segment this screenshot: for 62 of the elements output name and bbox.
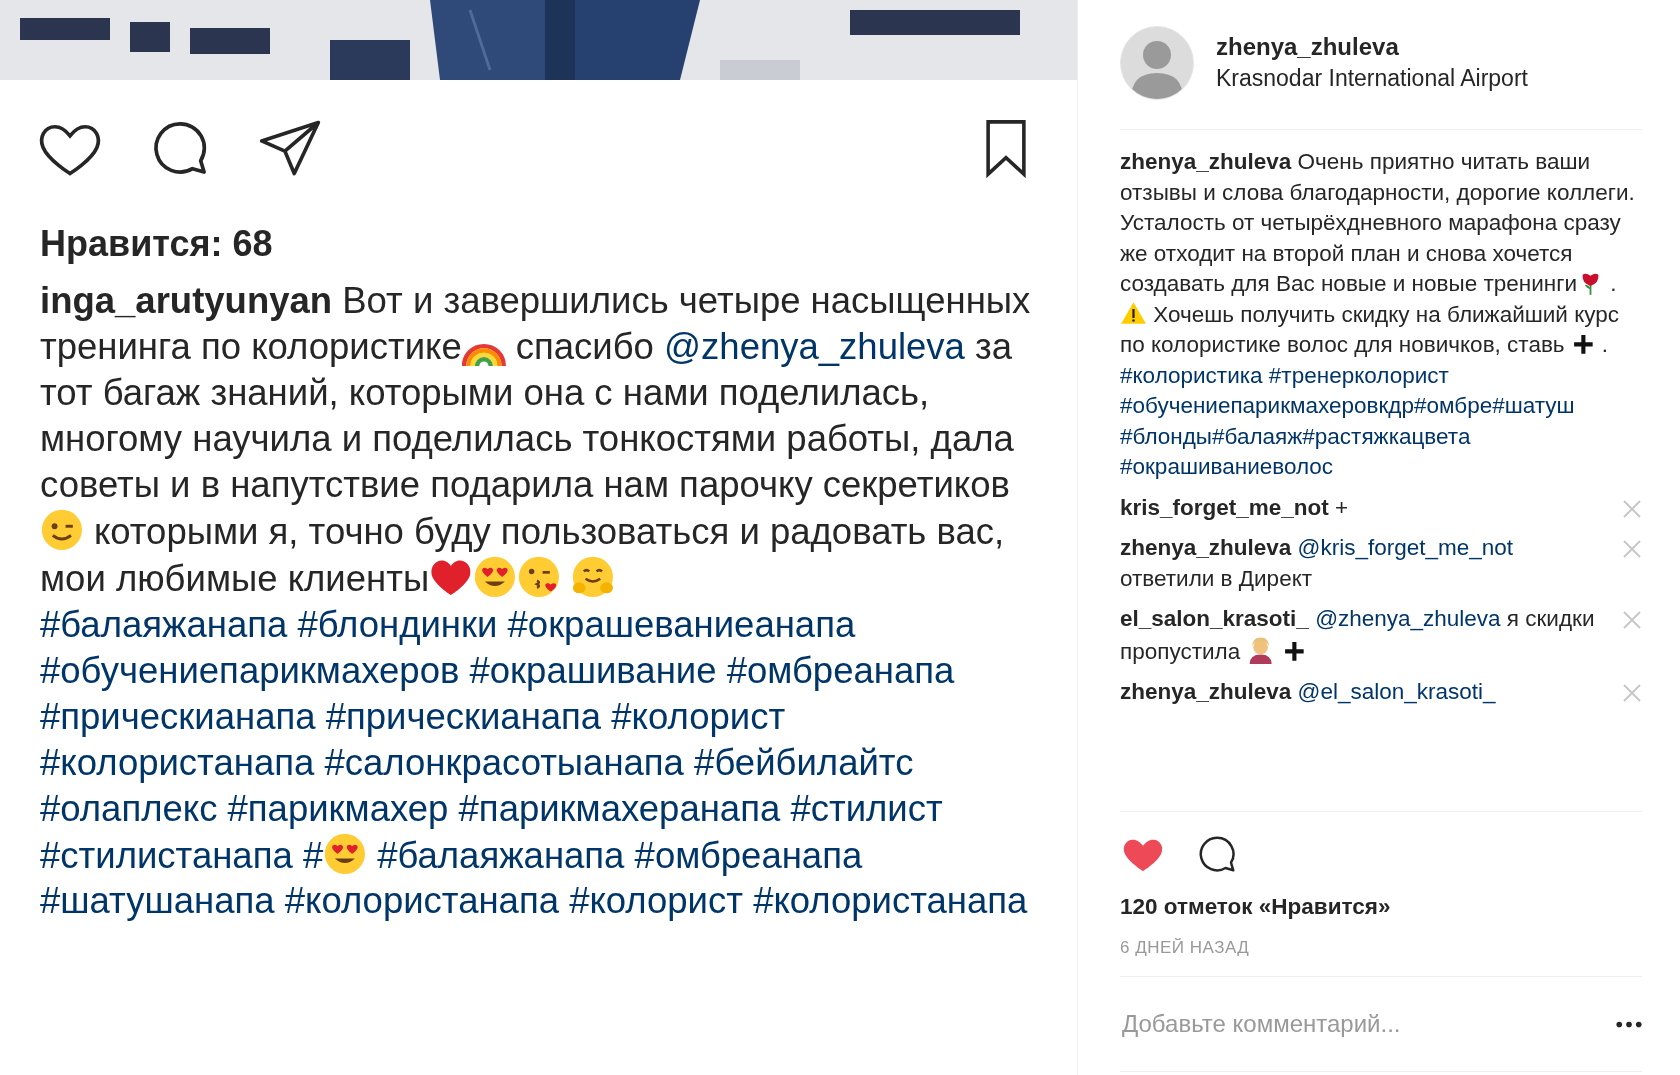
username-link[interactable]: kris_forget_me_not [1120,494,1329,520]
hashtag-link[interactable]: #омбреанапа [634,834,863,876]
username-link[interactable]: el_salon_krasoti_ [1120,606,1309,632]
mention-link[interactable]: @zhenya_zhuleva [664,326,965,367]
hashtag-link[interactable]: #колористанапа [284,880,559,922]
winking-face-icon [40,508,84,552]
mention-link[interactable]: @zhenya_zhuleva [1315,606,1501,632]
hashtag-link[interactable]: #балаяж [1212,423,1303,449]
mention-link[interactable]: @kris_forget_me_not [1297,535,1514,561]
hashtag-link[interactable]: #окрашеваниеанапа [507,603,856,645]
mention-link[interactable]: @el_salon_krasoti_ [1297,679,1496,705]
hashtag-link[interactable]: #колорист [611,695,786,737]
comment-text: zhenya_zhuleva @kris_forget_me_not ответили в Директ [1120,534,1515,593]
kissing-face-icon [516,554,561,599]
likes-count: Нравится: 68 [40,222,274,266]
hashtag-link[interactable]: #шатушанапа [40,880,275,922]
hashtag-link[interactable]: #прическианапа [325,695,602,737]
location-link[interactable]: Krasnodar International Airport [1216,65,1528,92]
hashtag-link[interactable]: #омбреанапа [726,649,955,691]
username-link[interactable]: zhenya_zhuleva [1120,535,1292,561]
hashtag-link[interactable]: #тренерколорист [1268,362,1449,388]
hashtag-link[interactable]: #олаплекс [40,787,218,829]
hashtag-link[interactable]: #обучениепарикмахеровкдр [1120,393,1414,419]
caption-text: zhenya_zhuleva Очень приятно читать ваши отзывы и слова благодарности, дорогие коллеги. Усталость от четырёхдневного марафона сразу же отходит на второй план и снова хочется создавать для Вас новые и новые тренинги . Хочешь получить скидку на ближайший курс по колористике волос для новичков, ставь . #колористика #тренерколорист #обучениепарикмахеровкдр#омбре#шатуш #блонды#балаяж#растяжкацвета #окрашиваниеволос [1120,148,1636,482]
hashtag-link[interactable]: #стилист [790,787,943,829]
hashtag-link[interactable]: #омбре [1414,393,1493,419]
comment-text: kris_forget_me_not + [1120,493,1350,522]
hugging-face-icon [570,554,615,599]
rainbow-icon [461,342,506,367]
hashtag-link[interactable]: # [302,834,324,876]
warning-icon [1120,299,1147,327]
hashtag-link[interactable]: #колорист [569,880,743,922]
hashtag-link[interactable]: #окрашивание [469,649,717,691]
hashtag-link[interactable]: #окрашиваниеволос [1120,454,1334,480]
hashtag-link[interactable]: #колористика [1120,362,1263,388]
username-link[interactable]: inga_arutyunyan [40,280,333,321]
hashtag-link[interactable]: #колористанапа [753,880,1028,922]
hashtag-link[interactable]: #парикмахер [227,787,449,829]
hashtag-link[interactable]: #обучениепарикмахеров [40,649,460,691]
likes-count[interactable]: 120 отметок «Нравится» [1120,894,1642,920]
hashtag-link[interactable]: #салонкрасотыанапа [324,741,684,783]
username-link[interactable]: zhenya_zhuleva [1120,679,1292,705]
hashtag-link[interactable]: #прическианапа [40,695,316,737]
username-link[interactable]: zhenya_zhuleva [1216,33,1528,61]
comment-text: el_salon_krasoti_ @zhenya_zhuleva я скидки пропустила [1120,605,1596,666]
caption-text: inga_arutyunyan Вот и завершились четыре насыщенных тренинга по колористике спасибо @zhenya_zhuleva за тот багаж знаний, которыми она с нами поделилась, многому научила и поделилась тонкостями работы, дала советы и в напутствие подарила нам парочку секретиков которыми я, точно буду пользоваться и радовать вас, мои любимые клиенты #балаяжанапа #блондинки #окрашеваниеанапа #обучениепарикмахеров #окрашивание #омбреанапа #прическианапа #прическианапа #колорист #колористанапа #салонкрасотыанапа #бейбилайтс #олаплекс #парикмахер #парикмахеранапа #стилист #стилистанапа # #балаяжанапа #омбреанапа #шатушанапа #колористанапа #колорист #колористанапа [40,279,1032,924]
more-icon[interactable] [1616,1020,1642,1028]
hashtag-link[interactable]: #колористанапа [40,741,315,783]
hashtag-link[interactable]: #парикмахеранапа [458,787,781,829]
hashtag-link[interactable]: #блонды [1120,423,1212,449]
hashtag-link[interactable]: #блондинки [297,603,498,645]
hashtag-link[interactable]: #шатуш [1492,393,1575,419]
hashtag-link[interactable]: #бейбилайтс [694,741,914,783]
username-link[interactable]: zhenya_zhuleva [1120,149,1292,174]
hashtag-link[interactable]: #растяжкацвета [1302,423,1471,449]
hashtag-link[interactable]: #балаяжанапа [40,603,288,645]
heart-eyes-face-icon [472,554,517,599]
heart-eyes-face-icon [323,831,367,876]
comment-input[interactable]: Добавьте комментарий... [1120,1010,1616,1038]
hashtag-link[interactable]: #стилистанапа [40,834,293,876]
hashtag-link[interactable]: #балаяжанапа [377,834,625,876]
post-time: 6 ДНЕЙ НАЗАД [1120,938,1642,977]
